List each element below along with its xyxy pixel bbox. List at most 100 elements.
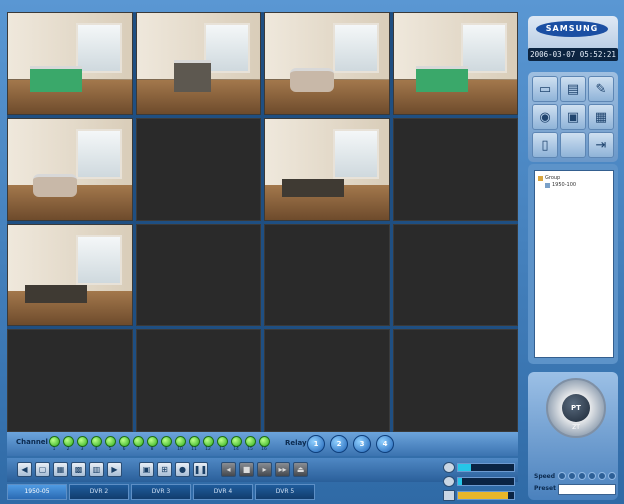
camera-view-6[interactable] (135, 117, 261, 221)
tool-palette: ▭ ▤ ✎ ◉ ▣ ▦ ▯ ⇥ (528, 72, 618, 162)
empty-tool-slot (560, 132, 586, 158)
sequence-icon[interactable]: ⊞ (157, 462, 172, 477)
folder-icon (538, 175, 543, 181)
brightness-icon (443, 462, 455, 473)
channel-led-15[interactable]: 15 (244, 436, 256, 453)
camera-view-12[interactable] (392, 223, 518, 327)
dvr-tabs: 1950-05 DVR 2 DVR 3 DVR 4 DVR 5 (7, 484, 432, 500)
layout-16-icon[interactable]: ▥ (89, 462, 104, 477)
playback-play-icon[interactable]: ▸ (257, 462, 272, 477)
relay-label: Relay (285, 439, 307, 447)
playback-eject-icon[interactable]: ⏏ (293, 462, 308, 477)
channel-label: Channel (16, 438, 48, 446)
channel-led-7[interactable]: 7 (132, 436, 144, 453)
playback-forward-icon[interactable]: ▸▸ (275, 462, 290, 477)
tree-item-label: 1950-100 (552, 182, 577, 188)
channel-led-2[interactable]: 2 (62, 436, 74, 453)
camera-view-14[interactable] (135, 329, 261, 432)
channel-led-9[interactable]: 9 (160, 436, 172, 453)
volume-icon (443, 490, 455, 501)
level-slider-1[interactable] (457, 463, 515, 472)
relay-button-2[interactable]: 2 (330, 435, 348, 453)
channel-led-3[interactable]: 3 (76, 436, 88, 453)
camera-icon[interactable]: ◉ (532, 104, 558, 130)
control-bar: ◀ ▢ ▦ ▩ ▥ ▶ ▣ ⊞ ● ❚❚ ◂ ■ ▸ ▸▸ ⏏ (7, 458, 518, 501)
device-tree[interactable]: Group 1950-100 (534, 170, 614, 358)
dvr-icon (545, 182, 550, 188)
camera-view-2[interactable] (135, 12, 261, 115)
print-icon[interactable]: ▤ (560, 76, 586, 102)
speed-dot[interactable] (588, 472, 596, 480)
layout-4-icon[interactable]: ▦ (53, 462, 68, 477)
channel-led-14[interactable]: 14 (230, 436, 242, 453)
camera-view-9[interactable] (7, 223, 133, 327)
channel-led-4[interactable]: 4 (90, 436, 102, 453)
playback-rewind-icon[interactable]: ◂ (221, 462, 236, 477)
channel-led-12[interactable]: 12 (202, 436, 214, 453)
channel-led-1[interactable]: 1 (48, 436, 60, 453)
right-panel: SAMSUNG 2006-03-07 05:52:21 ▭ ▤ ✎ ◉ ▣ ▦ … (524, 12, 620, 502)
record-icon[interactable]: ● (175, 462, 190, 477)
channel-led-16[interactable]: 16 (258, 436, 270, 453)
speed-selector[interactable] (558, 472, 616, 480)
folder-icon[interactable]: ▣ (560, 104, 586, 130)
camera-view-13[interactable] (7, 329, 133, 432)
camera-view-4[interactable] (392, 12, 518, 115)
speed-dot[interactable] (608, 472, 616, 480)
tree-item-group[interactable]: Group (538, 175, 560, 181)
level-slider-3[interactable] (457, 491, 515, 500)
samsung-logo: SAMSUNG (536, 21, 608, 37)
camera-view-11[interactable] (264, 223, 390, 327)
tab-dvr-5[interactable]: DVR 5 (255, 484, 315, 500)
layout-9-icon[interactable]: ▩ (71, 462, 86, 477)
document-icon[interactable]: ▯ (532, 132, 558, 158)
level-slider-2[interactable] (457, 477, 515, 486)
save-icon[interactable]: ▦ (588, 104, 614, 130)
channel-led-6[interactable]: 6 (118, 436, 130, 453)
channel-led-8[interactable]: 8 (146, 436, 158, 453)
camera-view-16[interactable] (392, 329, 518, 432)
speed-label: Speed (534, 473, 556, 480)
camera-view-10[interactable] (135, 223, 261, 327)
channel-led-11[interactable]: 11 (188, 436, 200, 453)
playback-stop-icon[interactable]: ■ (239, 462, 254, 477)
tab-dvr-1[interactable]: 1950-05 (7, 484, 67, 500)
pause-icon[interactable]: ❚❚ (193, 462, 208, 477)
tab-dvr-4[interactable]: DVR 4 (193, 484, 253, 500)
monitor-icon[interactable]: ▭ (532, 76, 558, 102)
relay-button-4[interactable]: 4 (376, 435, 394, 453)
speed-dot[interactable] (568, 472, 576, 480)
preset-label: Preset (534, 485, 556, 492)
ptz-center-button[interactable]: PT (562, 394, 590, 422)
channel-led-13[interactable]: 13 (216, 436, 228, 453)
tab-dvr-2[interactable]: DVR 2 (69, 484, 129, 500)
capture-icon[interactable]: ▣ (139, 462, 154, 477)
channel-bar: Channel 1 2 3 4 5 6 7 8 9 10 11 12 13 14… (7, 432, 518, 456)
camera-view-1[interactable] (7, 12, 133, 115)
camera-view-5[interactable] (7, 117, 133, 221)
relay-button-1[interactable]: 1 (307, 435, 325, 453)
preset-select[interactable] (558, 484, 616, 495)
exit-icon[interactable]: ⇥ (588, 132, 614, 158)
speed-dot[interactable] (558, 472, 566, 480)
relay-buttons: 1 2 3 4 (307, 435, 394, 453)
camera-view-7[interactable] (264, 117, 390, 221)
contrast-icon (443, 476, 455, 487)
speed-dot[interactable] (578, 472, 586, 480)
settings-icon[interactable]: ✎ (588, 76, 614, 102)
tree-item-device[interactable]: 1950-100 (545, 182, 576, 188)
camera-view-3[interactable] (264, 12, 390, 115)
tab-dvr-3[interactable]: DVR 3 (131, 484, 191, 500)
level-fill-2 (458, 478, 463, 485)
camera-view-15[interactable] (264, 329, 390, 432)
channel-led-10[interactable]: 10 (174, 436, 186, 453)
relay-button-3[interactable]: 3 (353, 435, 371, 453)
camera-view-8[interactable] (392, 117, 518, 221)
layout-1-icon[interactable]: ▢ (35, 462, 50, 477)
speed-dot[interactable] (598, 472, 606, 480)
ptz-direction-pad[interactable]: PT ZT (546, 378, 606, 438)
channel-led-5[interactable]: 5 (104, 436, 116, 453)
next-page-button[interactable]: ▶ (107, 462, 122, 477)
channel-leds: 1 2 3 4 5 6 7 8 9 10 11 12 13 14 15 16 (48, 436, 270, 453)
previous-page-button[interactable]: ◀ (17, 462, 32, 477)
